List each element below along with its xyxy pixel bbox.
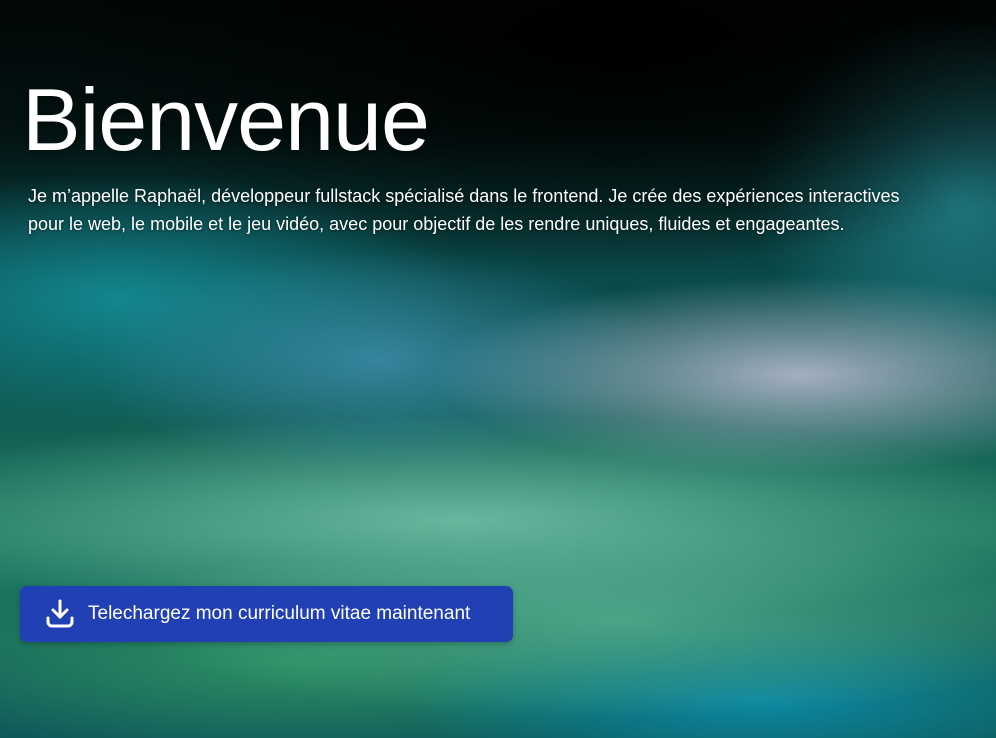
download-icon: [44, 598, 76, 630]
download-cv-label: Telechargez mon curriculum vitae mainten…: [88, 603, 471, 624]
page-title: Bienvenue: [22, 70, 430, 169]
download-cv-button[interactable]: Telechargez mon curriculum vitae mainten…: [20, 586, 513, 642]
hero-section: Bienvenue Je m’appelle Raphaël, développ…: [0, 0, 996, 738]
background-shadow: [0, 0, 996, 340]
intro-text: Je m’appelle Raphaël, développeur fullst…: [28, 186, 900, 234]
